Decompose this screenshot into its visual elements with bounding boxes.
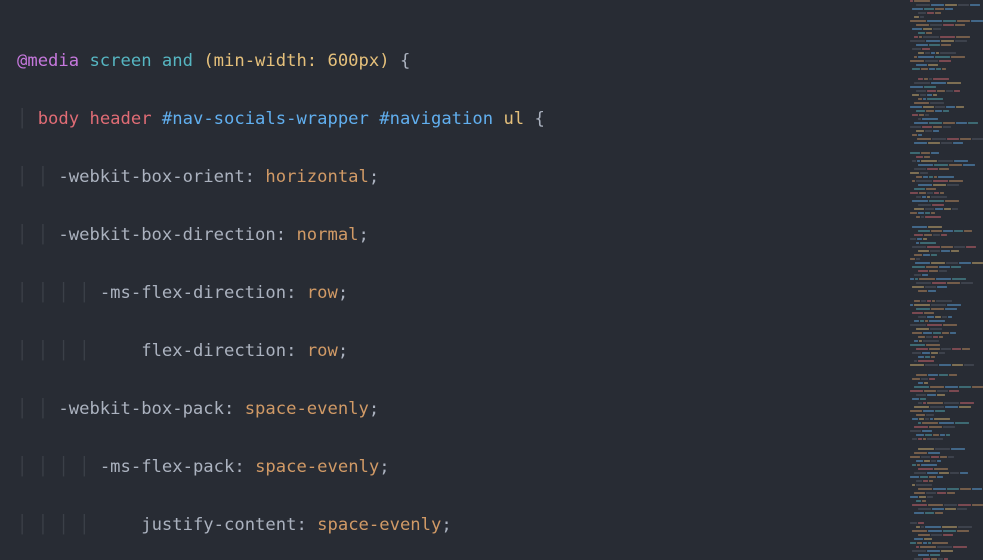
indent-guide: │ bbox=[58, 283, 79, 303]
property-token: justify-content bbox=[141, 515, 296, 535]
indent-guide: │ bbox=[17, 109, 38, 129]
indent-guide: │ bbox=[17, 457, 38, 477]
indent-guide: │ bbox=[17, 283, 38, 303]
property-token: -webkit-box-direction bbox=[58, 225, 275, 245]
selector-id-token: #navigation bbox=[379, 109, 493, 129]
code-line: │ │ -webkit-box-orient: horizontal; bbox=[17, 163, 907, 192]
indent-guide: │ bbox=[17, 225, 38, 245]
value-token: row bbox=[307, 341, 338, 361]
property-token: flex-direction bbox=[141, 341, 286, 361]
indent-guide: │ bbox=[79, 515, 100, 535]
minimap-content bbox=[907, 0, 983, 560]
indent-guide: │ bbox=[17, 341, 38, 361]
keyword-token: screen bbox=[89, 51, 151, 71]
property-token: -webkit-box-pack bbox=[58, 399, 224, 419]
indent-guide: │ bbox=[38, 399, 59, 419]
indent-guide: │ bbox=[17, 515, 38, 535]
code-line: │ │ │ │ -ms-flex-pack: space-evenly; bbox=[17, 453, 907, 482]
indent-guide: │ bbox=[79, 457, 100, 477]
selector-token: ul bbox=[503, 109, 524, 129]
brace-token: { bbox=[400, 51, 410, 71]
code-editor[interactable]: @media screen and (min-width: 600px) { │… bbox=[0, 0, 907, 560]
indent-guide: │ bbox=[79, 341, 100, 361]
property-token: -ms-flex-pack bbox=[100, 457, 235, 477]
selector-token: body bbox=[38, 109, 79, 129]
brace-token: { bbox=[535, 109, 545, 129]
indent-guide: │ bbox=[17, 167, 38, 187]
indent-guide: │ bbox=[17, 399, 38, 419]
indent-guide: │ bbox=[38, 225, 59, 245]
code-line: │ │ -webkit-box-pack: space-evenly; bbox=[17, 395, 907, 424]
indent-guide: │ bbox=[58, 341, 79, 361]
at-rule-token: @media bbox=[17, 51, 79, 71]
value-token: space-evenly bbox=[317, 515, 441, 535]
indent-guide: │ bbox=[38, 283, 59, 303]
indent-guide: │ bbox=[38, 515, 59, 535]
property-token: -webkit-box-orient bbox=[58, 167, 244, 187]
indent-guide: │ bbox=[38, 457, 59, 477]
selector-token: header bbox=[89, 109, 151, 129]
media-condition-token: (min-width: 600px) bbox=[203, 51, 389, 71]
indent-guide: │ bbox=[38, 167, 59, 187]
code-line: │ │ │ │ flex-direction: row; bbox=[17, 337, 907, 366]
value-token: horizontal bbox=[265, 167, 368, 187]
code-line: @media screen and (min-width: 600px) { bbox=[17, 47, 907, 76]
indent-guide: │ bbox=[38, 341, 59, 361]
value-token: row bbox=[307, 283, 338, 303]
code-line: │ │ │ │ justify-content: space-evenly; bbox=[17, 511, 907, 540]
indent-guide: │ bbox=[79, 283, 100, 303]
keyword-token: and bbox=[162, 51, 193, 71]
value-token: normal bbox=[296, 225, 358, 245]
indent-guide: │ bbox=[58, 515, 79, 535]
code-line: │ │ │ │ -ms-flex-direction: row; bbox=[17, 279, 907, 308]
code-line: │ │ -webkit-box-direction: normal; bbox=[17, 221, 907, 250]
minimap[interactable] bbox=[907, 0, 983, 560]
selector-id-token: #nav-socials-wrapper bbox=[162, 109, 369, 129]
code-line: │ body header #nav-socials-wrapper #navi… bbox=[17, 105, 907, 134]
indent-guide: │ bbox=[58, 457, 79, 477]
property-token: -ms-flex-direction bbox=[100, 283, 286, 303]
value-token: space-evenly bbox=[255, 457, 379, 477]
value-token: space-evenly bbox=[245, 399, 369, 419]
